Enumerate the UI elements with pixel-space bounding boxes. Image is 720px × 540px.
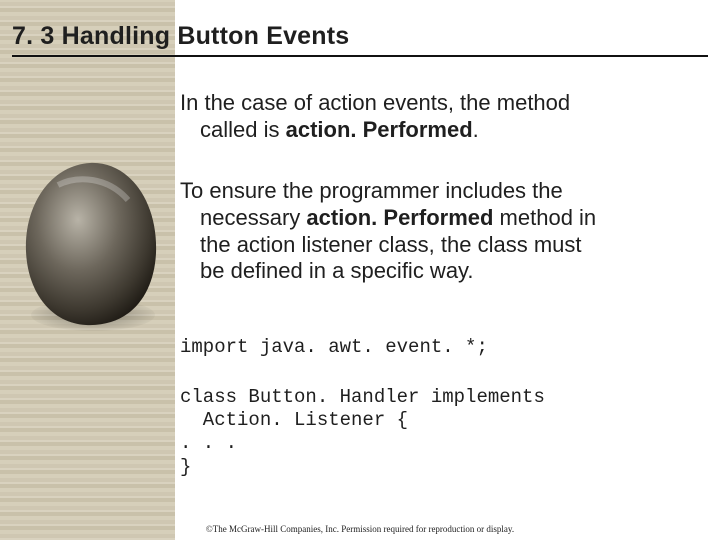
code-class-block: class Button. Handler implements Action.… (180, 386, 545, 479)
code-import-line: import java. awt. event. *; (180, 336, 488, 359)
para2-line2-pre: necessary (200, 205, 306, 230)
para2-line1: To ensure the programmer includes the (180, 178, 563, 203)
para2-bold-term: action. Performed (306, 205, 493, 230)
para2-line2-post: method in (493, 205, 596, 230)
title-underline (12, 55, 708, 57)
paragraph-2: To ensure the programmer includes the ne… (180, 178, 680, 285)
slide-content: 7. 3 Handling Button Events In the case … (0, 0, 720, 540)
para1-line1: In the case of action events, the method (180, 90, 570, 115)
para1-line2-post: . (473, 117, 479, 142)
para2-line3: the action listener class, the class mus… (200, 232, 582, 257)
paragraph-1: In the case of action events, the method… (180, 90, 680, 144)
para1-bold-term: action. Performed (286, 117, 473, 142)
slide-title: 7. 3 Handling Button Events (12, 22, 349, 51)
para2-line4: be defined in a specific way. (200, 258, 474, 283)
para1-line2-pre: called is (200, 117, 286, 142)
copyright-footer: ©The McGraw-Hill Companies, Inc. Permiss… (0, 524, 720, 534)
